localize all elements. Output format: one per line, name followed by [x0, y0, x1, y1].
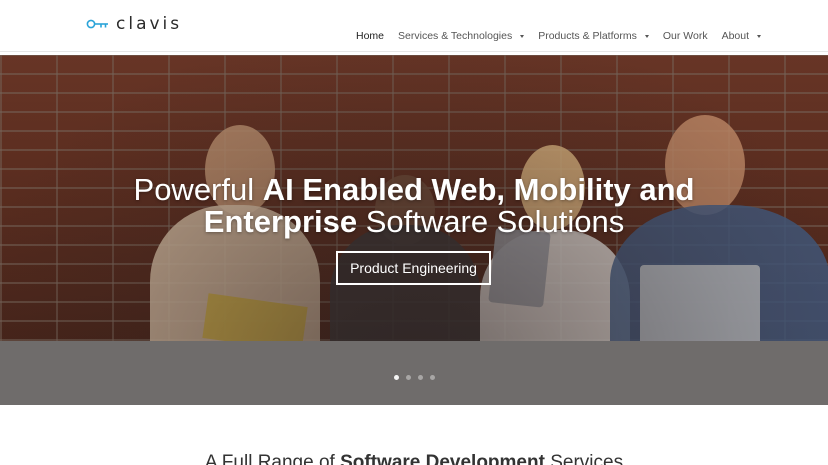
nav-item-label: Home: [356, 30, 385, 42]
site-header: clavis Home Services & Technologies Prod…: [0, 0, 828, 52]
logo[interactable]: clavis: [86, 14, 182, 34]
nav-item-about[interactable]: About: [721, 30, 762, 42]
nav-item-label: Products & Platforms: [538, 30, 637, 42]
nav-item-services-technologies[interactable]: Services & Technologies: [398, 30, 525, 42]
hero-headline-line1: Powerful AI Enabled Web, Mobility and: [0, 174, 828, 206]
main-nav: Home Services & Technologies Products & …: [356, 30, 775, 42]
slider-dot[interactable]: [394, 375, 399, 380]
nav-item-label: Our Work: [662, 30, 708, 42]
hero-headline-light: Software Solutions: [357, 204, 625, 239]
brand-name: clavis: [116, 14, 183, 34]
slider-controls: [0, 341, 828, 405]
slider-dot[interactable]: [406, 375, 411, 380]
nav-item-our-work[interactable]: Our Work: [663, 30, 708, 42]
chevron-down-icon: [644, 35, 649, 38]
section-title-bold: Software Development: [340, 452, 545, 465]
chevron-down-icon: [520, 35, 525, 38]
section-title: A Full Range of Software Development Ser…: [0, 452, 828, 465]
product-engineering-button[interactable]: Product Engineering: [336, 251, 491, 285]
hero-headline-bold: AI Enabled Web, Mobility and: [262, 172, 695, 207]
nav-item-home[interactable]: Home: [356, 30, 384, 42]
slider-dot[interactable]: [430, 375, 435, 380]
hero-banner: Powerful AI Enabled Web, Mobility and En…: [0, 55, 828, 341]
section-title-light: A Full Range of: [204, 452, 341, 465]
hero-headline-line2: Enterprise Software Solutions: [0, 206, 828, 238]
nav-item-label: Services & Technologies: [398, 30, 513, 42]
slider-dot[interactable]: [418, 375, 423, 380]
nav-item-products-platforms[interactable]: Products & Platforms: [538, 30, 649, 42]
hero-headline-bold: Enterprise: [203, 204, 358, 239]
slider-dots: [394, 375, 435, 380]
chevron-down-icon: [757, 35, 762, 38]
section-title-light: Services: [544, 452, 624, 465]
nav-item-label: About: [721, 30, 750, 42]
key-icon: [86, 18, 110, 30]
hero-headline-light: Powerful: [133, 172, 263, 207]
